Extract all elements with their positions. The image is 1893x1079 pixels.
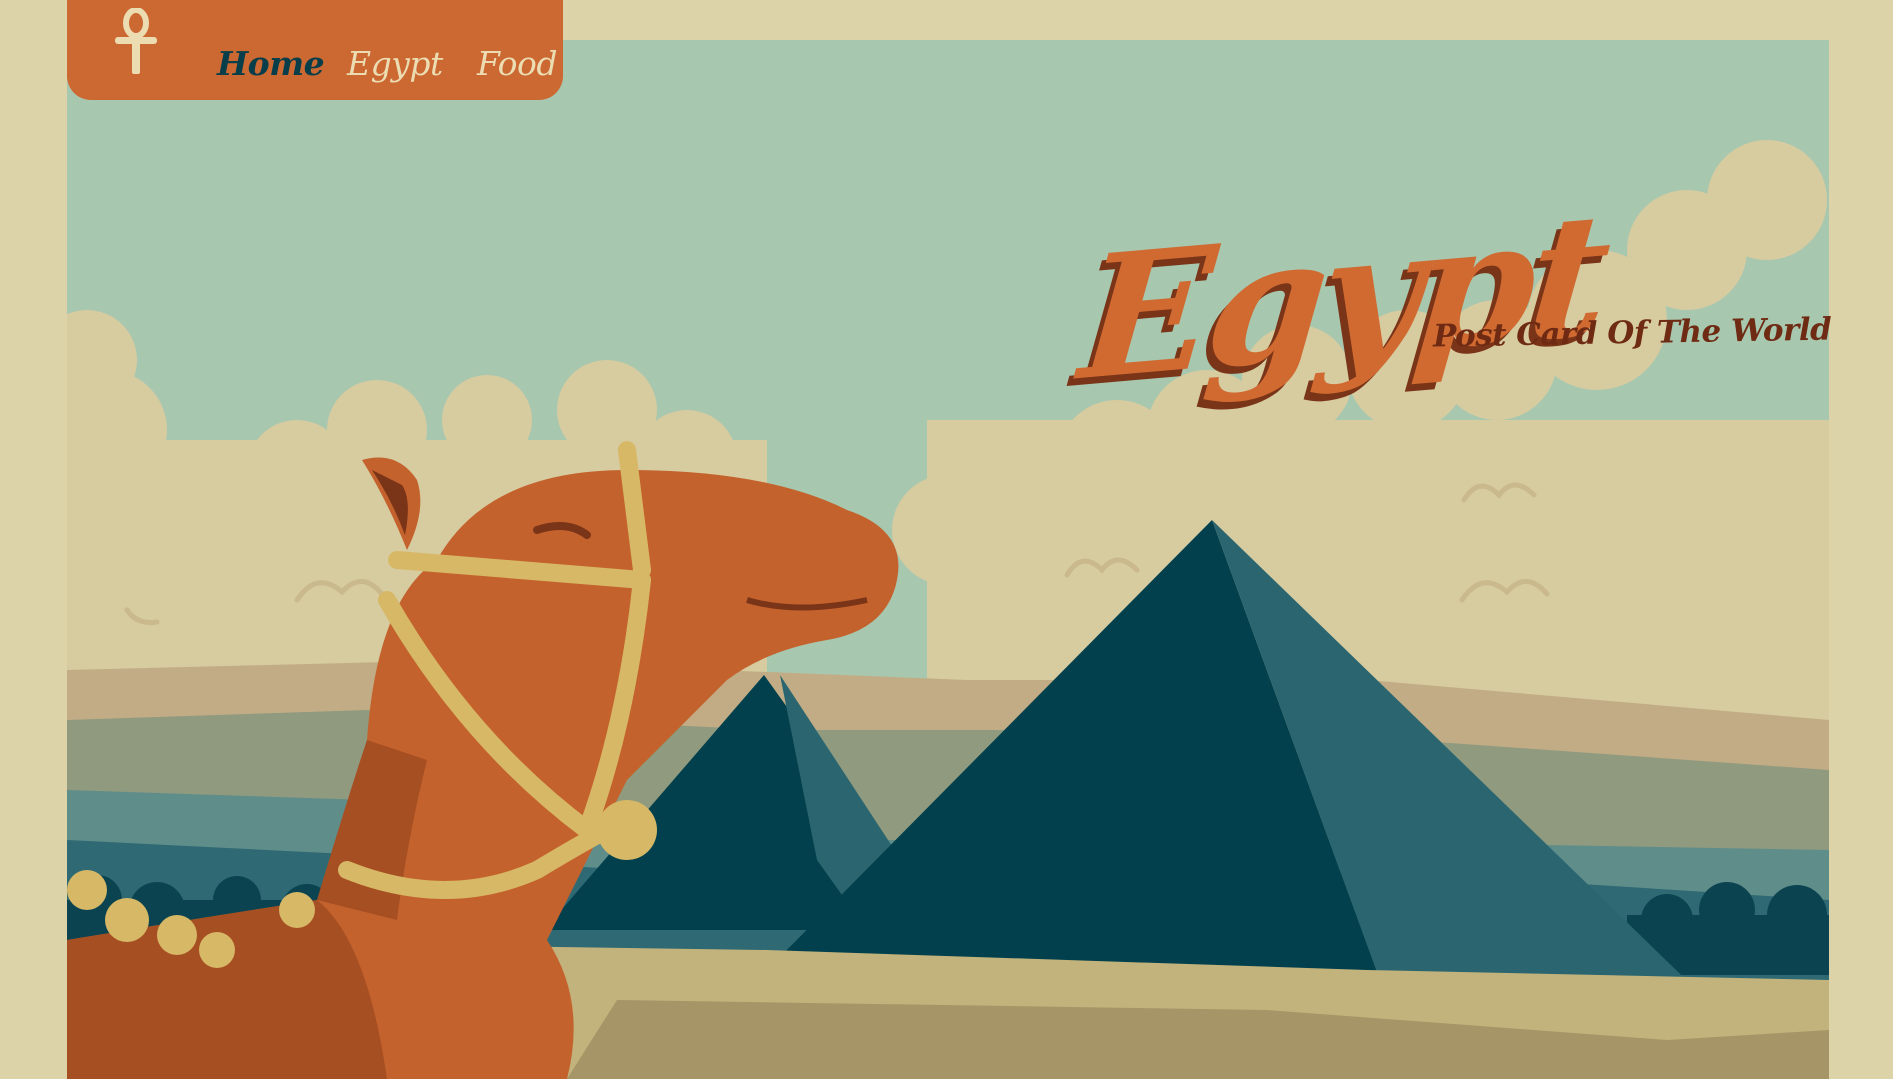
top-navbar: Home Egypt Food <box>67 0 563 100</box>
nav-link-egypt[interactable]: Egypt <box>347 44 443 83</box>
nav-link-food[interactable]: Food <box>477 44 557 83</box>
hero-subtitle: Post Card Of The World <box>1432 311 1832 355</box>
nav-link-home[interactable]: Home <box>217 44 325 83</box>
ankh-icon[interactable] <box>109 8 163 76</box>
hero-title: Egypt <box>1073 174 1612 419</box>
